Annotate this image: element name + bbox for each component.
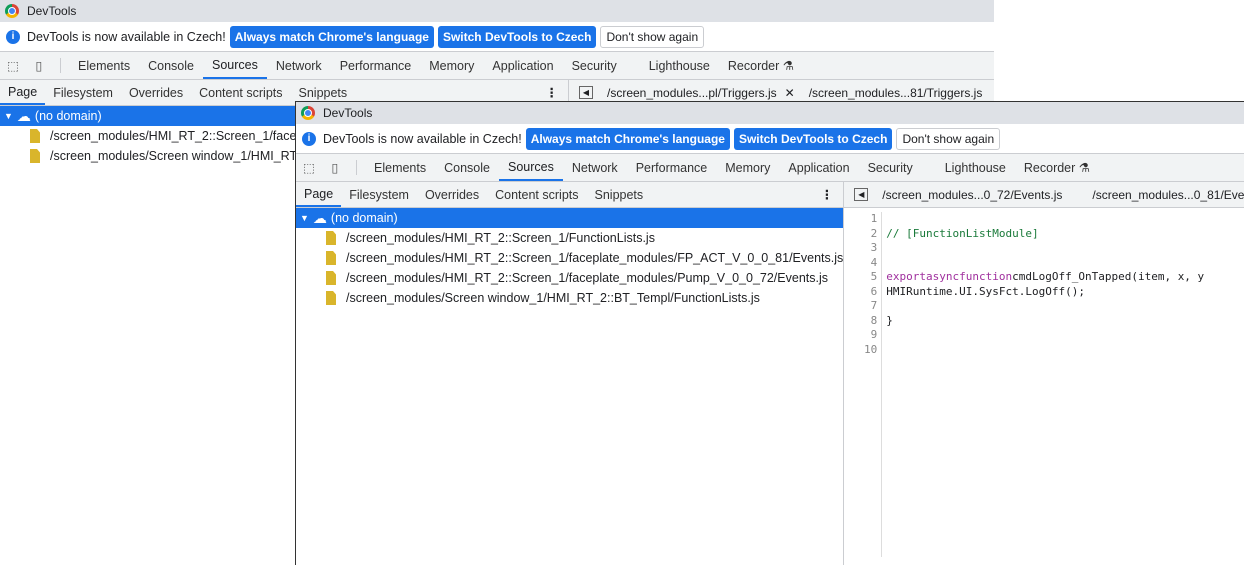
tab-recorder[interactable]: Recorder ⚗ bbox=[719, 52, 803, 79]
dont-show-again-button[interactable]: Don't show again bbox=[600, 25, 705, 48]
subtab-overrides[interactable]: Overrides bbox=[417, 182, 487, 207]
file-icon bbox=[30, 129, 40, 143]
tab-lighthouse[interactable]: Lighthouse bbox=[640, 52, 719, 79]
file-icon bbox=[326, 251, 336, 265]
cloud-icon: ☁ bbox=[16, 107, 31, 124]
switch-czech-button[interactable]: Switch DevTools to Czech bbox=[733, 127, 893, 150]
file-item[interactable]: /screen_modules/HMI_RT_2::Screen_1/facep… bbox=[296, 268, 843, 288]
file-label: /screen_modules/HMI_RT_2::Screen_1/facep… bbox=[346, 251, 844, 265]
file-icon bbox=[30, 149, 40, 163]
match-language-button[interactable]: Always match Chrome's language bbox=[229, 25, 434, 48]
tab-elements[interactable]: Elements bbox=[69, 52, 139, 79]
infobar-message: DevTools is now available in Czech! bbox=[323, 131, 522, 146]
dont-show-again-button[interactable]: Don't show again bbox=[896, 127, 1001, 150]
cloud-icon: ☁ bbox=[312, 209, 327, 226]
recorder-label: Recorder bbox=[727, 58, 780, 73]
title-bar: DevTools bbox=[0, 0, 994, 22]
match-language-button[interactable]: Always match Chrome's language bbox=[525, 127, 730, 150]
file-item[interactable]: /screen_modules/HMI_RT_2::Screen_1/facep… bbox=[296, 248, 843, 268]
language-infobar: i DevTools is now available in Czech! Al… bbox=[0, 22, 994, 52]
code-comment: // [FunctionListModule] bbox=[886, 226, 1039, 240]
editor-tabs: ◀ /screen_modules...0_72/Events.js /scre… bbox=[844, 182, 1244, 208]
infobar-message: DevTools is now available in Czech! bbox=[27, 29, 226, 44]
file-label: /screen_modules/Screen window_1/HMI_RT_2… bbox=[50, 149, 318, 163]
code-text: } bbox=[886, 313, 893, 327]
tab-console[interactable]: Console bbox=[139, 52, 203, 79]
tab-security[interactable]: Security bbox=[859, 154, 922, 181]
main-tabs: ⬚ ▯ Elements Console Sources Network Perf… bbox=[0, 52, 994, 80]
main-tabs: ⬚ ▯ Elements Console Sources Network Perf… bbox=[296, 154, 1244, 182]
file-icon bbox=[326, 291, 336, 305]
file-label: /screen_modules/HMI_RT_2::Screen_1/facep… bbox=[50, 129, 324, 143]
window-title: DevTools bbox=[323, 106, 373, 120]
file-icon bbox=[326, 231, 336, 245]
tab-performance[interactable]: Performance bbox=[331, 52, 421, 79]
file-label: /screen_modules/HMI_RT_2::Screen_1/facep… bbox=[346, 271, 828, 285]
close-icon[interactable]: ✕ bbox=[785, 86, 795, 100]
subtab-snippets[interactable]: Snippets bbox=[587, 182, 652, 207]
tab-memory[interactable]: Memory bbox=[716, 154, 779, 181]
title-bar: DevTools bbox=[296, 102, 1244, 124]
tab-sources[interactable]: Sources bbox=[498, 154, 563, 181]
tab-recorder[interactable]: Recorder ⚗ bbox=[1015, 154, 1099, 181]
tab-application[interactable]: Application bbox=[779, 154, 858, 181]
window-title: DevTools bbox=[27, 4, 77, 18]
file-item[interactable]: /screen_modules/HMI_RT_2::Screen_1/Funct… bbox=[296, 228, 843, 248]
chrome-icon bbox=[5, 4, 19, 18]
language-infobar: i DevTools is now available in Czech! Al… bbox=[296, 124, 1244, 154]
code-text: cmdLogOff_OnTapped(item, x, y bbox=[1012, 270, 1205, 283]
tab-elements[interactable]: Elements bbox=[365, 154, 435, 181]
tab-security[interactable]: Security bbox=[563, 52, 626, 79]
tab-lighthouse[interactable]: Lighthouse bbox=[936, 154, 1015, 181]
info-icon: i bbox=[6, 29, 20, 44]
toggle-navigator-icon[interactable]: ◀ bbox=[854, 188, 869, 201]
subtab-page[interactable]: Page bbox=[0, 80, 46, 105]
tab-application[interactable]: Application bbox=[483, 52, 562, 79]
toggle-navigator-icon[interactable]: ◀ bbox=[579, 86, 593, 99]
info-icon: i bbox=[302, 131, 316, 146]
more-icon[interactable]: ⋮ bbox=[811, 182, 844, 207]
navigator-tabs: Page Filesystem Overrides Content script… bbox=[296, 182, 844, 208]
flask-icon: ⚗ bbox=[782, 59, 795, 73]
chrome-icon bbox=[301, 106, 315, 120]
code-keyword: function bbox=[959, 270, 1013, 283]
file-icon bbox=[326, 271, 336, 285]
subtab-content-scripts[interactable]: Content scripts bbox=[487, 182, 586, 207]
tab-network[interactable]: Network bbox=[267, 52, 331, 79]
code-text: HMIRuntime.UI.SysFct.LogOff(); bbox=[886, 284, 1085, 298]
editor-tab[interactable]: /screen_modules...81/Triggers.js bbox=[809, 86, 983, 100]
tree-root-label: (no domain) bbox=[330, 211, 398, 225]
device-toggle-icon[interactable]: ▯ bbox=[322, 154, 348, 181]
file-label: /screen_modules/Screen window_1/HMI_RT_2… bbox=[346, 291, 760, 305]
subtab-overrides[interactable]: Overrides bbox=[121, 80, 191, 105]
recorder-label: Recorder bbox=[1023, 160, 1076, 175]
file-item[interactable]: /screen_modules/Screen window_1/HMI_RT_2… bbox=[296, 288, 843, 308]
device-toggle-icon[interactable]: ▯ bbox=[26, 52, 52, 79]
tree-root-label: (no domain) bbox=[34, 109, 102, 123]
editor-tab[interactable]: /screen_modules...0_81/Events.js bbox=[1092, 188, 1244, 202]
switch-czech-button[interactable]: Switch DevTools to Czech bbox=[437, 25, 597, 48]
tree-root[interactable]: ▼ ☁ (no domain) bbox=[296, 208, 844, 228]
editor-tab[interactable]: /screen_modules...pl/Triggers.js bbox=[607, 86, 777, 100]
code-keyword: async bbox=[926, 270, 960, 283]
devtools-window-front: DevTools i DevTools is now available in … bbox=[295, 101, 1244, 565]
subtab-filesystem[interactable]: Filesystem bbox=[341, 182, 417, 207]
code-editor[interactable]: 1 2// [FunctionListModule] 3 4 5 export a… bbox=[844, 208, 1244, 557]
tab-console[interactable]: Console bbox=[435, 154, 499, 181]
tab-memory[interactable]: Memory bbox=[420, 52, 483, 79]
code-keyword: export bbox=[886, 270, 927, 283]
inspect-icon[interactable]: ⬚ bbox=[0, 52, 26, 79]
flask-icon: ⚗ bbox=[1078, 161, 1091, 175]
file-label: /screen_modules/HMI_RT_2::Screen_1/Funct… bbox=[346, 231, 655, 245]
subtab-content-scripts[interactable]: Content scripts bbox=[191, 80, 290, 105]
tab-performance[interactable]: Performance bbox=[627, 154, 717, 181]
inspect-icon[interactable]: ⬚ bbox=[296, 154, 322, 181]
tab-sources[interactable]: Sources bbox=[202, 52, 267, 79]
subtab-filesystem[interactable]: Filesystem bbox=[45, 80, 121, 105]
tab-network[interactable]: Network bbox=[563, 154, 627, 181]
subtab-page[interactable]: Page bbox=[296, 182, 342, 207]
editor-tab[interactable]: /screen_modules...0_72/Events.js bbox=[882, 188, 1062, 202]
